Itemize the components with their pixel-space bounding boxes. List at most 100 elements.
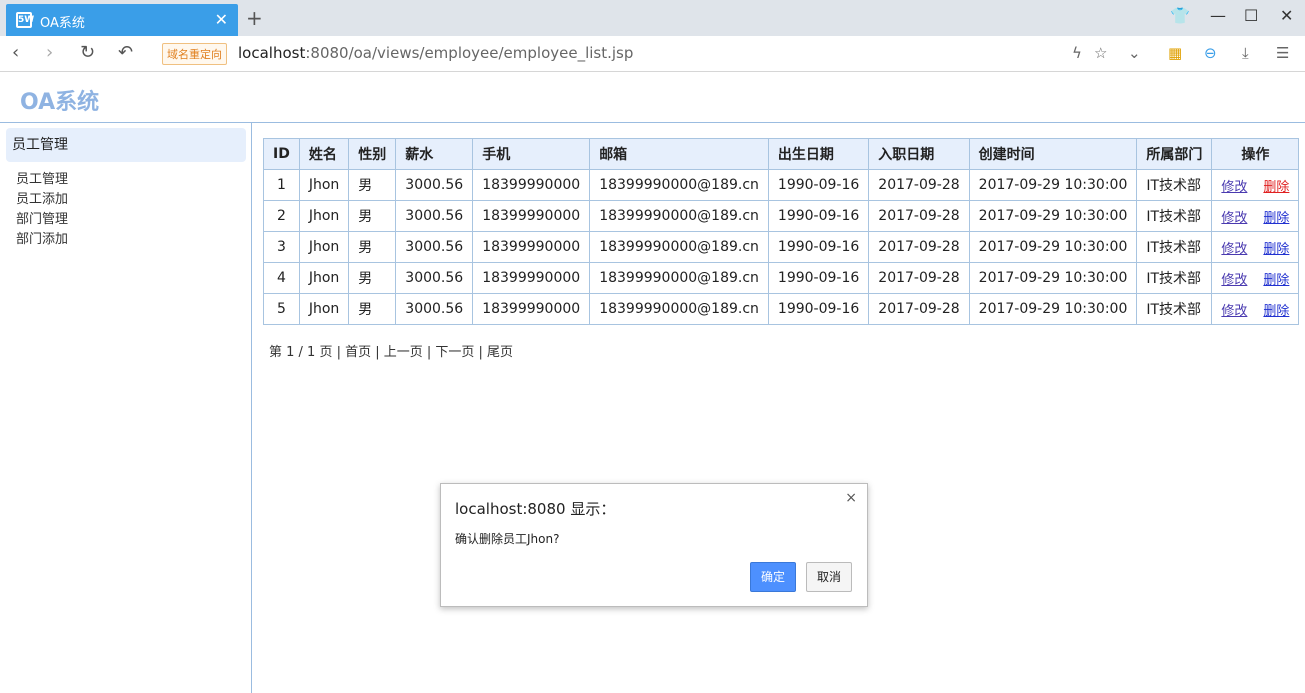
sidebar-header[interactable]: 员工管理 xyxy=(6,128,246,162)
forward-icon[interactable]: › xyxy=(46,42,53,63)
table-cell: IT技术部 xyxy=(1136,231,1213,263)
table-row: 1 Jhon 男 3000.56 18399990000 18399990000@189.… xyxy=(263,169,1300,201)
dialog-message: 确认删除员工Jhon? xyxy=(455,532,560,546)
table-cell: 5 xyxy=(263,293,300,325)
table-cell: 2 xyxy=(263,200,300,232)
sidebar-links: 员工管理 员工添加 部门管理 部门添加 xyxy=(16,170,68,250)
menu-icon[interactable]: ☰ xyxy=(1276,44,1289,62)
table-cell: 2017-09-28 xyxy=(868,231,970,263)
site-logo-icon: 5W xyxy=(16,12,34,28)
table-cell: Jhon xyxy=(298,169,350,201)
maximize-icon[interactable]: ☐ xyxy=(1244,6,1258,25)
table-cell: 2017-09-28 xyxy=(868,169,970,201)
table-cell: 1 xyxy=(263,169,300,201)
skin-icon[interactable]: 👕 xyxy=(1170,6,1190,25)
table-cell: 18399990000@189.cn xyxy=(589,169,769,201)
lightning-icon[interactable]: ϟ xyxy=(1072,44,1082,62)
tab-title: OA系统 xyxy=(40,16,85,31)
column-header: ID xyxy=(263,138,300,170)
table-cell: IT技术部 xyxy=(1136,169,1213,201)
table-cell: 18399990000 xyxy=(472,169,591,201)
table-cell: 1990-09-16 xyxy=(767,293,870,325)
dialog-title: localhost:8080 显示： xyxy=(455,500,616,518)
delete-link[interactable]: 删除 xyxy=(1263,211,1289,226)
column-header: 出生日期 xyxy=(767,138,870,170)
table-cell: 2017-09-28 xyxy=(868,262,970,294)
column-header: 创建时间 xyxy=(968,138,1138,170)
table-cell: 18399990000@189.cn xyxy=(589,200,769,232)
column-header: 所属部门 xyxy=(1136,138,1213,170)
column-header: 入职日期 xyxy=(868,138,970,170)
confirm-dialog: localhost:8080 显示： × 确认删除员工Jhon? 确定 取消 xyxy=(440,483,868,607)
edit-link[interactable]: 修改 xyxy=(1221,242,1247,257)
table-cell: 3 xyxy=(263,231,300,263)
url-path: :8080/oa/views/employee/employee_list.js… xyxy=(305,44,634,62)
table-cell: 1990-09-16 xyxy=(767,262,870,294)
undo-icon[interactable]: ↶ xyxy=(118,42,133,63)
delete-link[interactable]: 删除 xyxy=(1263,273,1289,288)
browser-tab[interactable]: 5W OA系统 ✕ xyxy=(6,4,238,36)
browser-tab-bar: 5W OA系统 ✕ + 👕 — ☐ ✕ xyxy=(0,0,1305,36)
table-cell: 1990-09-16 xyxy=(767,200,870,232)
back-icon[interactable]: ‹ xyxy=(12,42,19,63)
sidebar-item-dept-manage[interactable]: 部门管理 xyxy=(16,210,68,230)
reload-icon[interactable]: ↻ xyxy=(80,42,95,63)
sidebar-item-employee-add[interactable]: 员工添加 xyxy=(16,190,68,210)
star-icon[interactable]: ☆ xyxy=(1094,44,1107,62)
browser-nav-bar: ‹ › ↻ ↶ 域名重定向 localhost:8080/oa/views/em… xyxy=(0,36,1305,72)
edit-link[interactable]: 修改 xyxy=(1221,304,1247,319)
dialog-close-icon[interactable]: × xyxy=(845,490,857,506)
table-cell: IT技术部 xyxy=(1136,262,1213,294)
address-input[interactable]: localhost:8080/oa/views/employee/employe… xyxy=(238,44,633,62)
table-cell: 2017-09-29 10:30:00 xyxy=(968,262,1138,294)
table-cell: 18399990000 xyxy=(472,293,591,325)
apps-icon[interactable]: ▦ xyxy=(1168,44,1182,62)
table-row: 3 Jhon 男 3000.56 18399990000 18399990000@189.… xyxy=(263,231,1300,263)
delete-link[interactable]: 删除 xyxy=(1263,304,1289,319)
new-tab-icon[interactable]: + xyxy=(246,6,263,30)
delete-link[interactable]: 删除 xyxy=(1263,180,1289,195)
table-cell: IT技术部 xyxy=(1136,200,1213,232)
table-cell: 3000.56 xyxy=(395,169,474,201)
table-cell: 男 xyxy=(348,200,397,232)
table-cell: 男 xyxy=(348,262,397,294)
table-cell: 18399990000@189.cn xyxy=(589,231,769,263)
minimize-icon[interactable]: — xyxy=(1210,6,1226,25)
chevron-down-icon[interactable]: ⌄ xyxy=(1128,44,1141,62)
actions-cell: 修改 删除 xyxy=(1211,231,1300,263)
sidebar-item-employee-manage[interactable]: 员工管理 xyxy=(16,170,68,190)
delete-link[interactable]: 删除 xyxy=(1263,242,1289,257)
table-cell: 2017-09-29 10:30:00 xyxy=(968,293,1138,325)
table-cell: 18399990000 xyxy=(472,262,591,294)
pagination[interactable]: 第 1 / 1 页 | 首页 | 上一页 | 下一页 | 尾页 xyxy=(269,341,513,360)
actions-cell: 修改 删除 xyxy=(1211,262,1300,294)
table-cell: 男 xyxy=(348,293,397,325)
edit-link[interactable]: 修改 xyxy=(1221,180,1247,195)
download-icon[interactable]: ⤓ xyxy=(1242,44,1249,62)
table-cell: 4 xyxy=(263,262,300,294)
edit-link[interactable]: 修改 xyxy=(1221,273,1247,288)
tab-close-icon[interactable]: ✕ xyxy=(215,10,228,29)
actions-cell: 修改 删除 xyxy=(1211,293,1300,325)
actions-cell: 修改 删除 xyxy=(1211,200,1300,232)
table-cell: Jhon xyxy=(298,293,350,325)
url-host: localhost xyxy=(238,44,306,62)
cancel-button[interactable]: 取消 xyxy=(806,562,852,592)
redirect-badge[interactable]: 域名重定向 xyxy=(162,43,227,65)
actions-cell: 修改 删除 xyxy=(1211,169,1300,201)
column-header: 手机 xyxy=(472,138,591,170)
frame-divider-horizontal xyxy=(0,122,1305,123)
table-row: 2 Jhon 男 3000.56 18399990000 18399990000@189.… xyxy=(263,200,1300,232)
table-cell: Jhon xyxy=(298,200,350,232)
ok-button[interactable]: 确定 xyxy=(750,562,796,592)
table-cell: 1990-09-16 xyxy=(767,169,870,201)
table-cell: 3000.56 xyxy=(395,262,474,294)
table-cell: 18399990000@189.cn xyxy=(589,293,769,325)
table-cell: 2017-09-29 10:30:00 xyxy=(968,200,1138,232)
zoom-out-icon[interactable]: ⊖ xyxy=(1204,44,1217,62)
window-close-icon[interactable]: ✕ xyxy=(1280,6,1293,25)
sidebar-item-dept-add[interactable]: 部门添加 xyxy=(16,230,68,250)
table-cell: 18399990000 xyxy=(472,231,591,263)
edit-link[interactable]: 修改 xyxy=(1221,211,1247,226)
frame-divider-vertical xyxy=(251,122,252,693)
